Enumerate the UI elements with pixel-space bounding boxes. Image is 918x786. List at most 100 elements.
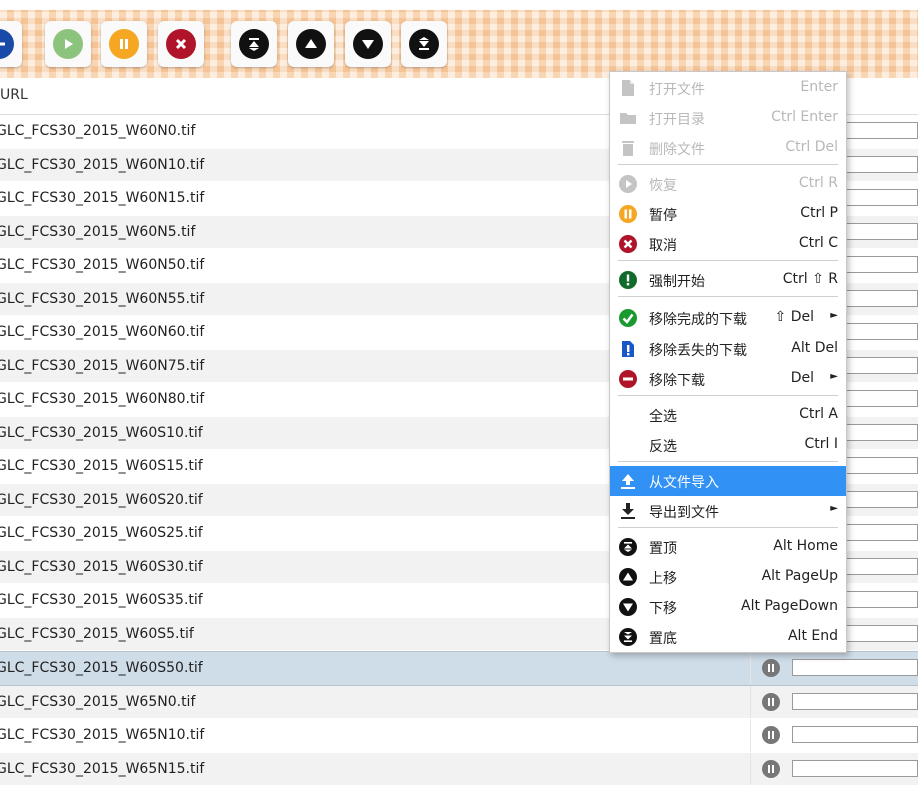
move-up-icon	[296, 29, 326, 59]
resume-icon	[618, 174, 638, 194]
menu-item-label: 从文件导入	[649, 472, 719, 492]
file-name: GLC_FCS30_2015_W60S15.tif	[0, 458, 203, 474]
menu-item-label: 取消	[649, 235, 677, 255]
table-row[interactable]: GLC_FCS30_2015_W65N10.tif	[0, 719, 918, 753]
resume-icon	[53, 29, 83, 59]
progress-bar	[792, 659, 918, 676]
file-name: GLC_FCS30_2015_W65N0.tif	[0, 694, 195, 710]
menu-separator	[618, 260, 838, 261]
file-name: GLC_FCS30_2015_W60S25.tif	[0, 525, 203, 541]
menu-separator	[618, 527, 838, 528]
menu-item-label: 恢复	[649, 175, 677, 195]
menu-item-shortcut: Del	[791, 370, 814, 386]
move-down-icon	[618, 597, 638, 617]
url-column-header[interactable]: URL	[0, 87, 28, 103]
move-bottom-button[interactable]	[401, 21, 447, 67]
menu-item-move-up[interactable]: 上移Alt PageUp	[610, 562, 846, 592]
menu-item-label: 导出到文件	[649, 502, 719, 522]
menu-item-label: 打开文件	[649, 79, 705, 99]
menu-item-upload[interactable]: 从文件导入	[610, 466, 846, 496]
cancel-button[interactable]	[158, 21, 204, 67]
move-bottom-icon	[409, 29, 439, 59]
move-top-icon	[239, 29, 269, 59]
menu-item-shortcut: Ctrl A	[799, 406, 838, 422]
trash-icon	[618, 138, 638, 158]
move-up-button[interactable]	[288, 21, 334, 67]
move-down-button[interactable]	[345, 21, 391, 67]
menu-item-file[interactable]: 打开文件 Enter	[610, 73, 846, 103]
menu-item-check[interactable]: 移除完成的下载⇧ Del►	[610, 303, 846, 333]
menu-item-move-down[interactable]: 下移 Alt PageDown	[610, 592, 846, 622]
menu-item-resume[interactable]: 恢复Ctrl R	[610, 169, 846, 199]
add-icon	[0, 29, 14, 59]
move-top-button[interactable]	[231, 21, 277, 67]
file-name: GLC_FCS30_2015_W60S10.tif	[0, 425, 203, 441]
menu-item-label: 暂停	[649, 205, 677, 225]
file-name: GLC_FCS30_2015_W60N75.tif	[0, 358, 204, 374]
menu-item-move-bottom[interactable]: 置底Alt End	[610, 622, 846, 652]
file-name: GLC_FCS30_2015_W60N5.tif	[0, 224, 195, 240]
menu-item-force-start[interactable]: 强制开始Ctrl ⇧ R	[610, 265, 846, 295]
file-icon	[618, 78, 638, 98]
menu-item-label: 置顶	[649, 538, 677, 558]
add-button[interactable]	[0, 21, 22, 67]
file-name: GLC_FCS30_2015_W60S30.tif	[0, 559, 203, 575]
table-row[interactable]: GLC_FCS30_2015_W60S50.tif	[0, 651, 918, 686]
menu-separator	[618, 461, 838, 462]
submenu-arrow-icon: ►	[830, 310, 838, 321]
row-pause-icon[interactable]	[762, 760, 780, 778]
move-top-icon	[618, 537, 638, 557]
file-name: GLC_FCS30_2015_W60N10.tif	[0, 157, 204, 173]
menu-item-select-10[interactable]: 全选 Ctrl A	[610, 400, 846, 430]
menu-item-folder[interactable]: 打开目录Ctrl Enter	[610, 103, 846, 133]
menu-item-shortcut: Ctrl C	[799, 235, 838, 251]
menu-item-cancel[interactable]: 取消 Ctrl C	[610, 229, 846, 259]
menu-item-label: 移除完成的下载	[649, 309, 747, 329]
resume-button[interactable]	[45, 21, 91, 67]
menu-item-label: 反选	[649, 436, 677, 456]
row-pause-icon[interactable]	[762, 726, 780, 744]
row-pause-icon[interactable]	[762, 693, 780, 711]
menu-item-label: 移除丢失的下载	[649, 340, 747, 360]
pause-button[interactable]	[101, 21, 147, 67]
file-name: GLC_FCS30_2015_W60S35.tif	[0, 592, 203, 608]
menu-item-label: 移除下载	[649, 370, 705, 390]
column-divider	[750, 686, 751, 719]
menu-item-shortcut: Alt PageDown	[741, 598, 838, 614]
cancel-icon	[166, 29, 196, 59]
menu-item-download[interactable]: 导出到文件 ►	[610, 496, 846, 526]
menu-item-label: 强制开始	[649, 271, 705, 291]
menu-item-shortcut: Enter	[800, 79, 838, 95]
cancel-icon	[618, 234, 638, 254]
table-row[interactable]: GLC_FCS30_2015_W65N15.tif	[0, 753, 918, 786]
file-name: GLC_FCS30_2015_W60N50.tif	[0, 257, 204, 273]
toolbar	[0, 10, 918, 79]
menu-item-missing-file[interactable]: 移除丢失的下载 Alt Del	[610, 334, 846, 364]
menu-item-move-top[interactable]: 置顶Alt Home	[610, 532, 846, 562]
progress-bar	[792, 726, 918, 743]
menu-item-label: 置底	[649, 628, 677, 648]
pause-icon	[109, 29, 139, 59]
menu-item-label: 下移	[649, 598, 677, 618]
menu-item-label: 上移	[649, 568, 677, 588]
menu-item-remove[interactable]: 移除下载 Del ►	[610, 364, 846, 394]
column-divider	[750, 652, 751, 685]
menu-item-pause[interactable]: 暂停Ctrl P	[610, 199, 846, 229]
submenu-arrow-icon: ►	[830, 371, 838, 382]
file-name: GLC_FCS30_2015_W65N15.tif	[0, 761, 204, 777]
menu-item-select-11[interactable]: 反选Ctrl I	[610, 430, 846, 460]
row-pause-icon[interactable]	[762, 659, 780, 677]
file-name: GLC_FCS30_2015_W65N10.tif	[0, 727, 204, 743]
menu-separator	[618, 164, 838, 165]
menu-item-shortcut: Alt Del	[791, 340, 838, 356]
submenu-arrow-icon: ►	[830, 503, 838, 514]
upload-icon	[618, 471, 638, 491]
menu-item-shortcut: Ctrl Del	[785, 139, 838, 155]
file-name: GLC_FCS30_2015_W60N15.tif	[0, 190, 204, 206]
progress-bar	[792, 760, 918, 777]
missing-file-icon	[618, 339, 638, 359]
table-row[interactable]: GLC_FCS30_2015_W65N0.tif	[0, 686, 918, 720]
menu-item-trash[interactable]: 删除文件Ctrl Del	[610, 133, 846, 163]
menu-item-label: 全选	[649, 406, 677, 426]
progress-bar	[792, 693, 918, 710]
